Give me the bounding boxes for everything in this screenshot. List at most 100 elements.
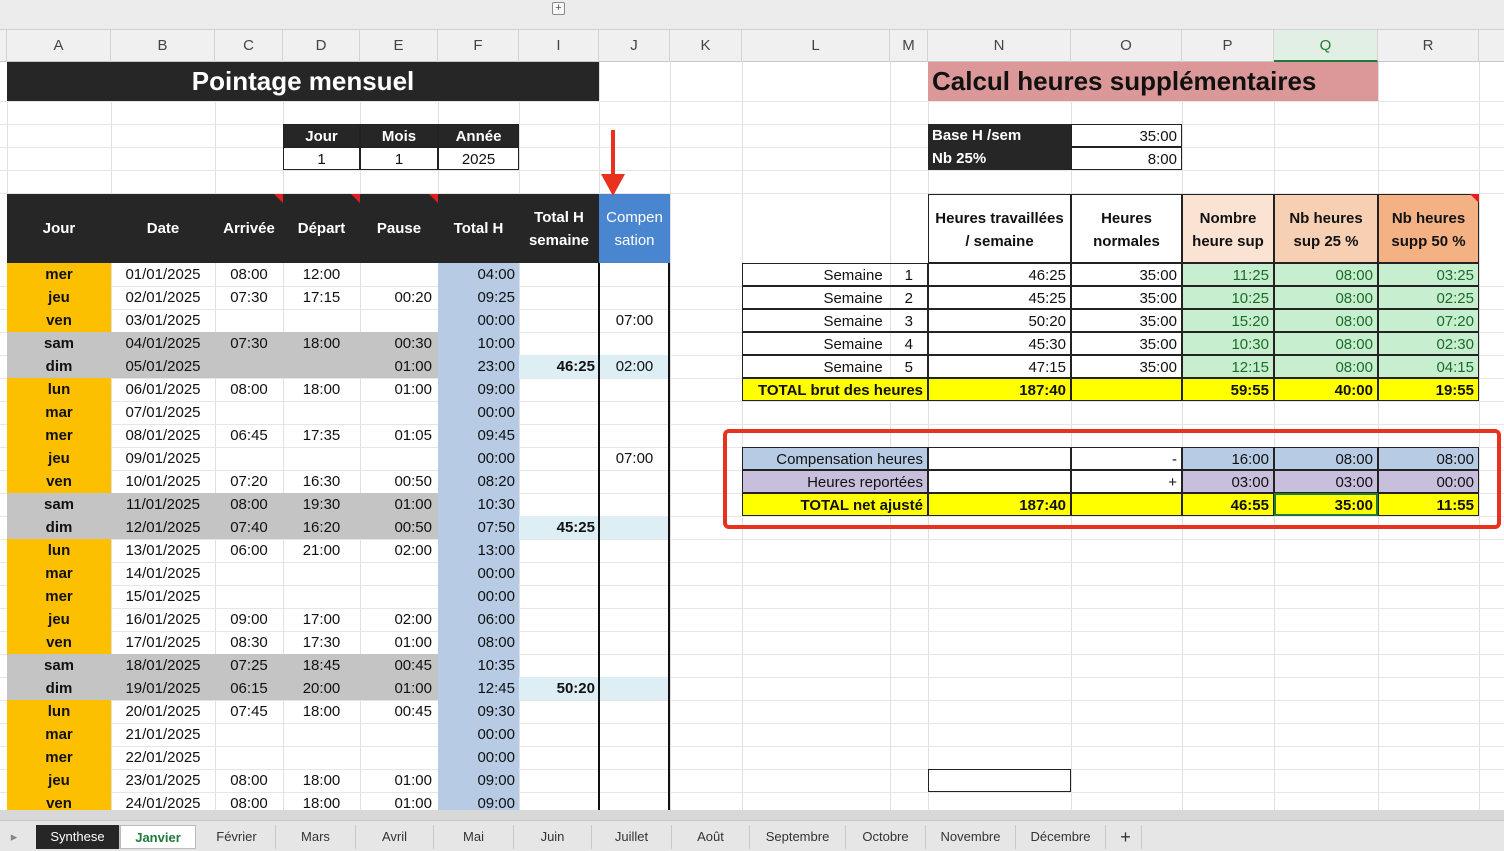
cell-compensation[interactable] bbox=[599, 286, 670, 309]
cell-depart[interactable] bbox=[283, 562, 360, 585]
column-header-c[interactable]: C bbox=[215, 30, 283, 62]
week-worked[interactable]: 50:20 bbox=[928, 309, 1071, 332]
week-normal[interactable]: 35:00 bbox=[1071, 286, 1182, 309]
week-normal[interactable]: 35:00 bbox=[1071, 263, 1182, 286]
week-supp50[interactable]: 04:15 bbox=[1378, 355, 1479, 378]
cell-compensation[interactable] bbox=[599, 470, 670, 493]
cell-pause[interactable] bbox=[360, 746, 438, 769]
week-sup25[interactable]: 08:00 bbox=[1274, 286, 1378, 309]
sheet-tab-avril[interactable]: Avril bbox=[356, 825, 434, 849]
cell-total[interactable]: 09:30 bbox=[438, 700, 519, 723]
cell-date[interactable]: 21/01/2025 bbox=[111, 723, 215, 746]
sheet-tab-mai[interactable]: Mai bbox=[434, 825, 514, 849]
cell-total-semaine[interactable] bbox=[519, 286, 599, 309]
cell-jour[interactable]: mer bbox=[7, 263, 111, 286]
week-worked[interactable]: 46:25 bbox=[928, 263, 1071, 286]
week-sup[interactable]: 12:15 bbox=[1182, 355, 1274, 378]
cell-pause[interactable] bbox=[360, 723, 438, 746]
cell-total-semaine[interactable] bbox=[519, 608, 599, 631]
cell-depart[interactable] bbox=[283, 585, 360, 608]
cell-date[interactable]: 19/01/2025 bbox=[111, 677, 215, 700]
cell-arrivee[interactable]: 07:30 bbox=[215, 286, 283, 309]
week-supp50[interactable]: 07:20 bbox=[1378, 309, 1479, 332]
cell-depart[interactable] bbox=[283, 355, 360, 378]
total-brut-supp50[interactable]: 19:55 bbox=[1378, 378, 1479, 401]
cell-total-semaine[interactable]: 45:25 bbox=[519, 516, 599, 539]
week-supp50[interactable]: 03:25 bbox=[1378, 263, 1479, 286]
column-header-d[interactable]: D bbox=[283, 30, 360, 62]
cell-date[interactable]: 18/01/2025 bbox=[111, 654, 215, 677]
cell-depart[interactable]: 17:15 bbox=[283, 286, 360, 309]
total-brut-sup[interactable]: 59:55 bbox=[1182, 378, 1274, 401]
week-sup25[interactable]: 08:00 bbox=[1274, 355, 1378, 378]
cell-pause[interactable]: 00:45 bbox=[360, 700, 438, 723]
cell-depart[interactable]: 18:45 bbox=[283, 654, 360, 677]
cell-total[interactable]: 10:00 bbox=[438, 332, 519, 355]
cell-arrivee[interactable]: 07:45 bbox=[215, 700, 283, 723]
cell-compensation[interactable] bbox=[599, 723, 670, 746]
cell-compensation[interactable] bbox=[599, 585, 670, 608]
sheet-tab-août[interactable]: Août bbox=[672, 825, 750, 849]
cell-arrivee[interactable]: 07:30 bbox=[215, 332, 283, 355]
cell-depart[interactable]: 17:30 bbox=[283, 631, 360, 654]
cell-jour[interactable]: jeu bbox=[7, 447, 111, 470]
cell-compensation[interactable] bbox=[599, 769, 670, 792]
cell-pause[interactable]: 00:50 bbox=[360, 516, 438, 539]
column-header-q[interactable]: Q bbox=[1274, 30, 1378, 62]
cell-depart[interactable]: 20:00 bbox=[283, 677, 360, 700]
cell-total-semaine[interactable]: 46:25 bbox=[519, 355, 599, 378]
cell-date[interactable]: 06/01/2025 bbox=[111, 378, 215, 401]
cell-total[interactable]: 00:00 bbox=[438, 723, 519, 746]
cell-pause[interactable] bbox=[360, 263, 438, 286]
cell-arrivee[interactable]: 08:00 bbox=[215, 378, 283, 401]
cell-depart[interactable]: 18:00 bbox=[283, 378, 360, 401]
cell-total-semaine[interactable] bbox=[519, 309, 599, 332]
cell-compensation[interactable] bbox=[599, 562, 670, 585]
cell-total-semaine[interactable] bbox=[519, 654, 599, 677]
cell-date[interactable]: 17/01/2025 bbox=[111, 631, 215, 654]
week-worked[interactable]: 45:30 bbox=[928, 332, 1071, 355]
week-worked[interactable]: 45:25 bbox=[928, 286, 1071, 309]
cell-pause[interactable] bbox=[360, 401, 438, 424]
cell-total[interactable]: 09:00 bbox=[438, 378, 519, 401]
sheet-tab-janvier[interactable]: Janvier bbox=[120, 825, 196, 849]
cell-compensation[interactable]: 07:00 bbox=[599, 447, 670, 470]
cell-pause[interactable]: 00:20 bbox=[360, 286, 438, 309]
cell-total[interactable]: 09:25 bbox=[438, 286, 519, 309]
cell-jour[interactable]: jeu bbox=[7, 286, 111, 309]
cell-depart[interactable]: 18:00 bbox=[283, 332, 360, 355]
cell-pause[interactable] bbox=[360, 562, 438, 585]
cell-compensation[interactable] bbox=[599, 700, 670, 723]
cell-jour[interactable]: sam bbox=[7, 332, 111, 355]
cell-pause[interactable]: 01:00 bbox=[360, 677, 438, 700]
cell-pause[interactable]: 00:50 bbox=[360, 470, 438, 493]
cell-compensation[interactable]: 07:00 bbox=[599, 309, 670, 332]
cell-date[interactable]: 07/01/2025 bbox=[111, 401, 215, 424]
column-header-f[interactable]: F bbox=[438, 30, 519, 62]
cell-date[interactable]: 10/01/2025 bbox=[111, 470, 215, 493]
cell-total-semaine[interactable] bbox=[519, 723, 599, 746]
cell-total-semaine[interactable] bbox=[519, 332, 599, 355]
cell-arrivee[interactable] bbox=[215, 585, 283, 608]
cell-jour[interactable]: mar bbox=[7, 723, 111, 746]
tab-scroll-arrow-icon[interactable]: ▸ bbox=[4, 825, 24, 849]
week-normal[interactable]: 35:00 bbox=[1071, 309, 1182, 332]
cell-compensation[interactable] bbox=[599, 654, 670, 677]
cell-compensation[interactable]: 02:00 bbox=[599, 355, 670, 378]
cell-pause[interactable] bbox=[360, 585, 438, 608]
cell-depart[interactable]: 18:00 bbox=[283, 700, 360, 723]
cell-jour[interactable]: mar bbox=[7, 401, 111, 424]
cell-total-semaine[interactable] bbox=[519, 401, 599, 424]
sheet-tab-juin[interactable]: Juin bbox=[514, 825, 592, 849]
cell-compensation[interactable] bbox=[599, 677, 670, 700]
cell-jour[interactable]: ven bbox=[7, 631, 111, 654]
week-normal[interactable]: 35:00 bbox=[1071, 332, 1182, 355]
sheet-tab-septembre[interactable]: Septembre bbox=[750, 825, 846, 849]
horizontal-scrollbar[interactable] bbox=[0, 810, 1504, 820]
cell-total[interactable]: 00:00 bbox=[438, 309, 519, 332]
cell-pause[interactable]: 01:00 bbox=[360, 769, 438, 792]
cell-jour[interactable]: mar bbox=[7, 562, 111, 585]
column-header-e[interactable]: E bbox=[360, 30, 438, 62]
cell-total-semaine[interactable] bbox=[519, 470, 599, 493]
sheet-tab-mars[interactable]: Mars bbox=[276, 825, 356, 849]
